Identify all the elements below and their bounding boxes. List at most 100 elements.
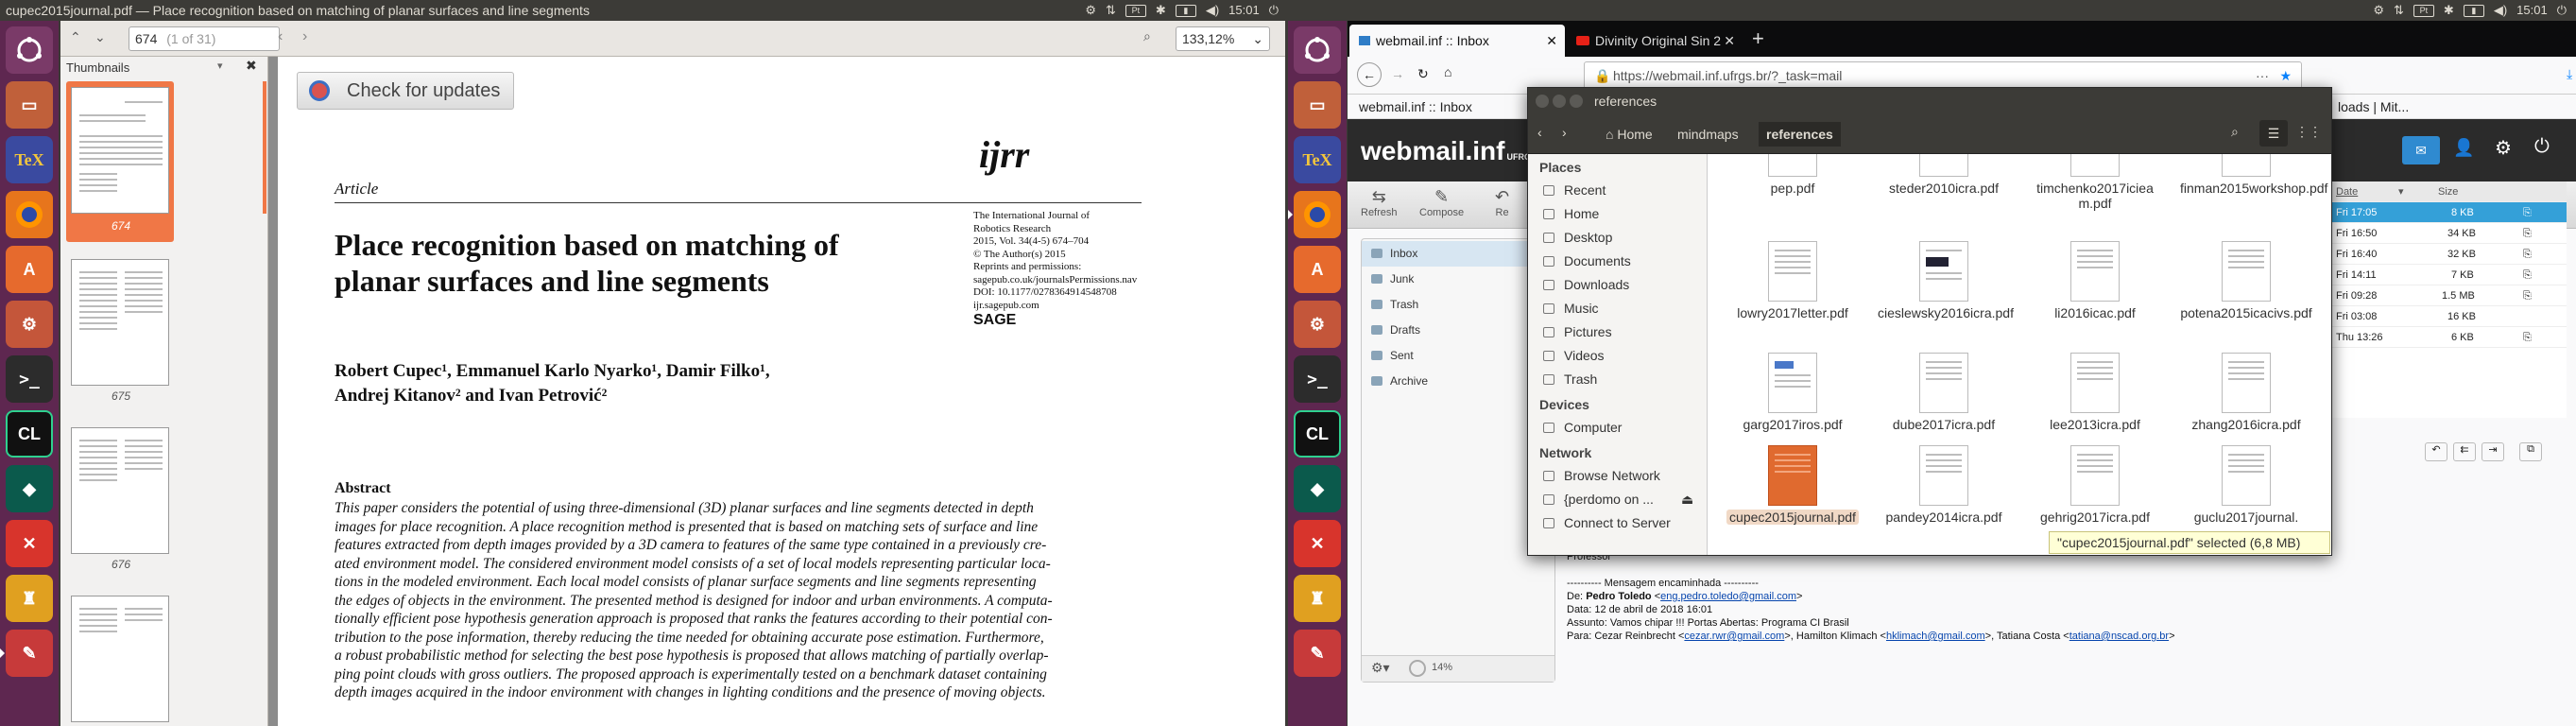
tray-settings-icon[interactable]: ⚙	[1085, 0, 1096, 21]
sidebar-item-desktop[interactable]: Desktop	[1528, 226, 1707, 250]
file-item[interactable]: gehrig2017icra.pdf	[2029, 445, 2161, 525]
tray-settings-icon[interactable]: ⚙	[2373, 0, 2384, 21]
bookmark-item[interactable]: webmail.inf :: Inbox	[1359, 95, 1472, 119]
table-row[interactable]: Fri 03:08 16 KB	[2330, 306, 2567, 327]
home-icon[interactable]: ⌂	[1444, 64, 1451, 79]
battery-icon[interactable]: ▮	[1175, 4, 1196, 17]
bluetooth-icon[interactable]: ✱	[2444, 0, 2454, 21]
xmind-icon[interactable]: ✕	[6, 520, 53, 567]
sidebar-item-recent[interactable]: Recent	[1528, 179, 1707, 202]
table-row[interactable]: Fri 17:05 8 KB ⎘	[2330, 202, 2567, 223]
check-updates-button[interactable]: Check for updates	[297, 72, 514, 110]
bluetooth-icon[interactable]: ✱	[1156, 0, 1166, 21]
page-number-field[interactable]: 674 (1 of 31)	[129, 26, 280, 51]
to-email-link[interactable]: tatiana@nscad.org.br	[2069, 631, 2169, 642]
sidebar-item-browse-network[interactable]: Browse Network	[1528, 464, 1707, 488]
crumb-home[interactable]: ⌂ Home	[1598, 122, 1660, 147]
close-sidebar-icon[interactable]: ✖	[246, 58, 257, 74]
clock-right[interactable]: 15:01	[2516, 0, 2548, 21]
close-window-icon[interactable]	[1536, 95, 1549, 108]
file-item[interactable]: zhang2016icra.pdf	[2180, 353, 2312, 432]
refresh-button[interactable]: ⇆ Refresh	[1361, 187, 1398, 218]
history-back-icon[interactable]: ‹	[278, 28, 283, 45]
close-tab-icon[interactable]: ✕	[1724, 25, 1735, 57]
power-icon[interactable]: ⏻	[2557, 0, 2567, 21]
to-email-link[interactable]: cezar.rwr@gmail.com	[1684, 631, 1784, 642]
document-view[interactable]: Check for updates ijrr Article Place rec…	[268, 57, 1285, 726]
eject-icon[interactable]: ⏏	[1681, 488, 1693, 511]
table-row[interactable]: Fri 16:50 34 KB ⎘	[2330, 223, 2567, 244]
volume-icon[interactable]: ◀)	[2494, 0, 2507, 21]
new-tab-icon[interactable]: +	[1752, 26, 1764, 51]
forward-mail-icon[interactable]: ⇥	[2482, 442, 2504, 461]
gitkraken-icon[interactable]: ◆	[6, 465, 53, 512]
size-column-header[interactable]: Size	[2438, 182, 2458, 202]
thumb-page-677[interactable]	[71, 596, 169, 722]
reply-icon[interactable]: ↶	[2425, 442, 2447, 461]
forward-icon[interactable]: ›	[1562, 125, 1567, 140]
tab-webmail[interactable]: webmail.inf :: Inbox ✕	[1349, 25, 1565, 57]
ubuntu-logo-icon[interactable]	[1294, 26, 1341, 74]
folder-trash[interactable]: Trash	[1362, 292, 1554, 318]
list-view-icon[interactable]: ☰	[2259, 120, 2288, 147]
evince-icon[interactable]: ✎	[1294, 630, 1341, 677]
bookmark-item[interactable]: loads | Mit...	[2338, 95, 2409, 119]
file-item[interactable]: steder2010icra.pdf	[1878, 154, 2010, 196]
folder-drafts[interactable]: Drafts	[1362, 318, 1554, 343]
close-tab-icon[interactable]: ✕	[1546, 25, 1557, 57]
terminal-icon[interactable]: >_	[1294, 355, 1341, 403]
search-icon[interactable]: ⌕	[1143, 28, 1151, 44]
sidebar-item-documents[interactable]: Documents	[1528, 250, 1707, 273]
file-item[interactable]: guclu2017journal.	[2180, 445, 2312, 525]
folder-settings-icon[interactable]: ⚙▾	[1371, 660, 1390, 676]
back-icon[interactable]: ‹	[1537, 125, 1542, 140]
file-item[interactable]: potena2015icacivs.pdf	[2180, 241, 2312, 320]
power-icon[interactable]: ⏻	[1269, 0, 1279, 21]
logout-icon[interactable]: ⏻	[2534, 136, 2550, 158]
tab-divinity[interactable]: Divinity Original Sin 2 ✕	[1567, 25, 1743, 57]
sidebar-item-home[interactable]: Home	[1528, 202, 1707, 226]
file-item[interactable]: pandey2014icra.pdf	[1878, 445, 2010, 525]
texmaker-icon[interactable]: TeX	[1294, 136, 1341, 183]
battery-icon[interactable]: ▮	[2463, 4, 2484, 17]
file-item[interactable]: finman2015workshop.pdf	[2180, 154, 2327, 196]
keyboard-layout-icon[interactable]: Pt	[1125, 4, 1146, 17]
xmind-icon[interactable]: ✕	[1294, 520, 1341, 567]
folder-inbox[interactable]: Inbox	[1362, 241, 1554, 267]
next-page-icon[interactable]: ⌄	[94, 29, 106, 45]
back-icon[interactable]: ←	[1357, 62, 1382, 87]
folder-archive[interactable]: Archive	[1362, 369, 1554, 394]
jupyter-icon[interactable]: ♜	[1294, 575, 1341, 622]
firefox-icon[interactable]	[6, 191, 53, 238]
clion-icon[interactable]: CL	[6, 410, 53, 458]
settings-icon[interactable]: ⚙	[6, 301, 53, 348]
network-icon[interactable]: ⇅	[2394, 0, 2404, 21]
crumb-mindmaps[interactable]: mindmaps	[1670, 122, 1746, 147]
minimize-window-icon[interactable]	[1553, 95, 1566, 108]
file-item[interactable]: lowry2017letter.pdf	[1726, 241, 1859, 320]
file-item[interactable]: dube2017icra.pdf	[1878, 353, 2010, 432]
table-row[interactable]: Thu 13:26 6 KB ⎘	[2330, 327, 2567, 348]
evince-icon[interactable]: ✎	[0, 630, 53, 677]
crumb-references[interactable]: references	[1759, 122, 1841, 147]
ubuntu-logo-icon[interactable]	[6, 26, 53, 74]
texmaker-icon[interactable]: TeX	[6, 136, 53, 183]
grid-view-icon[interactable]: ⋮⋮	[2295, 124, 2322, 140]
date-column-header[interactable]: Date	[2336, 182, 2358, 202]
sidebar-item-trash[interactable]: Trash	[1528, 368, 1707, 391]
sidebar-item-connect-server[interactable]: Connect to Server	[1528, 511, 1707, 535]
terminal-icon[interactable]: >_	[6, 355, 53, 403]
prev-page-icon[interactable]: ⌃	[70, 29, 81, 45]
software-center-icon[interactable]: A	[6, 246, 53, 293]
compose-button[interactable]: ✎ Compose	[1419, 187, 1464, 218]
sidebar-item-music[interactable]: Music	[1528, 297, 1707, 320]
table-row[interactable]: Fri 09:28 1.5 MB ⎘	[2330, 285, 2567, 306]
folder-junk[interactable]: Junk	[1362, 267, 1554, 292]
file-item-selected[interactable]: cupec2015journal.pdf	[1726, 445, 1859, 525]
maximize-window-icon[interactable]	[1570, 95, 1583, 108]
table-row[interactable]: Fri 16:40 32 KB ⎘	[2330, 244, 2567, 265]
forward-icon[interactable]: →	[1391, 66, 1404, 81]
keyboard-layout-icon[interactable]: Pt	[2413, 4, 2434, 17]
sidebar-item-downloads[interactable]: Downloads	[1528, 273, 1707, 297]
file-item[interactable]: lee2013icra.pdf	[2029, 353, 2161, 432]
